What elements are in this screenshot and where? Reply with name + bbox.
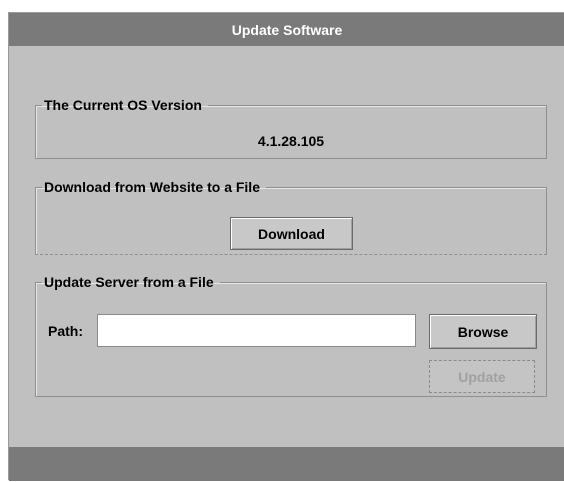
window-title: Update Software: [231, 21, 343, 38]
title-bar: Update Software: [9, 13, 564, 46]
os-version-value: 4.1.28.105: [257, 133, 325, 149]
current-os-group: The Current OS Version 4.1.28.105: [35, 97, 547, 159]
update-from-file-group: Update Server from a File Path: Browse U…: [35, 274, 547, 397]
current-os-legend: The Current OS Version: [44, 97, 202, 113]
footer-bar: [9, 447, 564, 481]
update-from-file-legend: Update Server from a File: [44, 274, 214, 290]
path-label: Path:: [48, 323, 83, 339]
update-software-window: Update Software The Current OS Version 4…: [8, 12, 564, 481]
path-input[interactable]: [97, 314, 416, 347]
download-button[interactable]: Download: [230, 217, 353, 250]
browse-button[interactable]: Browse: [429, 314, 537, 349]
update-button[interactable]: Update: [429, 360, 535, 393]
download-legend: Download from Website to a File: [44, 179, 260, 195]
download-group: Download from Website to a File Download: [35, 179, 547, 255]
